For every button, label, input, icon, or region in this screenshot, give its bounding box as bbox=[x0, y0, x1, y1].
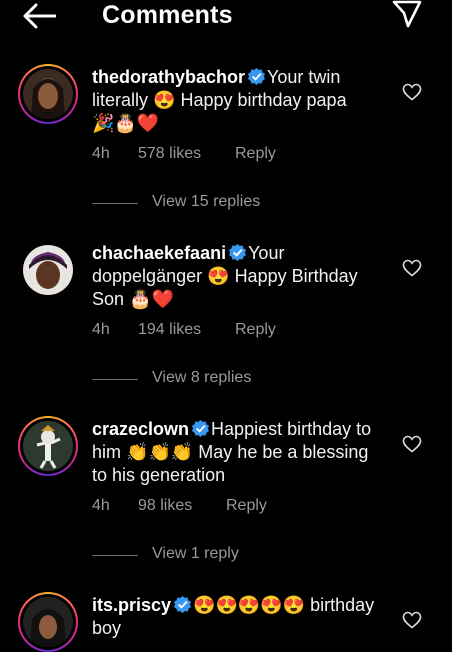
comment-username[interactable]: its.priscy bbox=[92, 595, 171, 615]
verified-badge-icon bbox=[247, 67, 266, 86]
story-avatar[interactable] bbox=[18, 64, 78, 124]
emoji-heart-eyes: 😍 bbox=[207, 266, 230, 286]
avatar-frame[interactable] bbox=[18, 240, 78, 300]
send-icon[interactable] bbox=[392, 0, 422, 28]
replies-divider bbox=[92, 555, 138, 556]
comment-likes[interactable]: 578 likes bbox=[138, 145, 201, 163]
verified-badge-icon bbox=[173, 595, 192, 614]
avatar bbox=[23, 421, 73, 471]
comment-body-2: Happy birthday papa bbox=[180, 90, 347, 110]
heart-icon[interactable] bbox=[402, 259, 422, 277]
comment-username[interactable]: thedorathybachor bbox=[92, 67, 245, 87]
emoji-heart-eyes: 😍 bbox=[153, 90, 176, 110]
reply-button[interactable]: Reply bbox=[235, 321, 276, 339]
comment-text: thedorathybachor Your twin literally 😍 Ha… bbox=[92, 66, 382, 135]
comment-likes[interactable]: 194 likes bbox=[138, 321, 201, 339]
view-replies-label[interactable]: View 1 reply bbox=[152, 545, 239, 563]
comment-time: 4h bbox=[92, 497, 110, 514]
heart-icon[interactable] bbox=[402, 435, 422, 453]
verified-badge-icon bbox=[229, 243, 247, 262]
story-avatar[interactable] bbox=[18, 416, 78, 476]
comment-text: chachaekefaani Your doppelgänger 😍 Happy … bbox=[92, 242, 382, 311]
comment-likes[interactable]: 98 likes bbox=[138, 497, 192, 515]
emoji-cake-heart: 🎂❤️ bbox=[129, 289, 174, 309]
comment-username[interactable]: crazeclown bbox=[92, 419, 189, 439]
comment-username[interactable]: chachaekefaani bbox=[92, 243, 226, 263]
avatar bbox=[23, 245, 73, 295]
heart-icon[interactable] bbox=[402, 611, 422, 629]
verified-badge-icon bbox=[191, 419, 210, 438]
reply-button[interactable]: Reply bbox=[226, 497, 267, 515]
emoji-party-cake-heart: 🎉🎂❤️ bbox=[92, 113, 160, 133]
comment-time: 4h bbox=[92, 321, 110, 338]
avatar bbox=[23, 597, 73, 647]
avatar bbox=[23, 69, 73, 119]
header-bar: Comments bbox=[0, 0, 452, 36]
replies-divider bbox=[92, 203, 138, 204]
comment-text: its.priscy 😍😍😍😍😍 birthday boy bbox=[92, 594, 382, 640]
page-title: Comments bbox=[102, 1, 233, 29]
view-replies-label[interactable]: View 15 replies bbox=[152, 193, 260, 211]
reply-button[interactable]: Reply bbox=[235, 145, 276, 163]
emoji-clapping: 👏👏👏 bbox=[126, 442, 194, 462]
comment-text: crazeclown Happiest birthday to him 👏👏👏 M… bbox=[92, 418, 382, 487]
emoji-heart-eyes: 😍😍😍😍😍 bbox=[193, 595, 306, 615]
comment-time: 4h bbox=[92, 145, 110, 162]
arrow-left-icon[interactable] bbox=[22, 3, 56, 29]
view-replies-label[interactable]: View 8 replies bbox=[152, 369, 251, 387]
replies-divider bbox=[92, 379, 138, 380]
story-avatar[interactable] bbox=[18, 592, 78, 652]
heart-icon[interactable] bbox=[402, 83, 422, 101]
